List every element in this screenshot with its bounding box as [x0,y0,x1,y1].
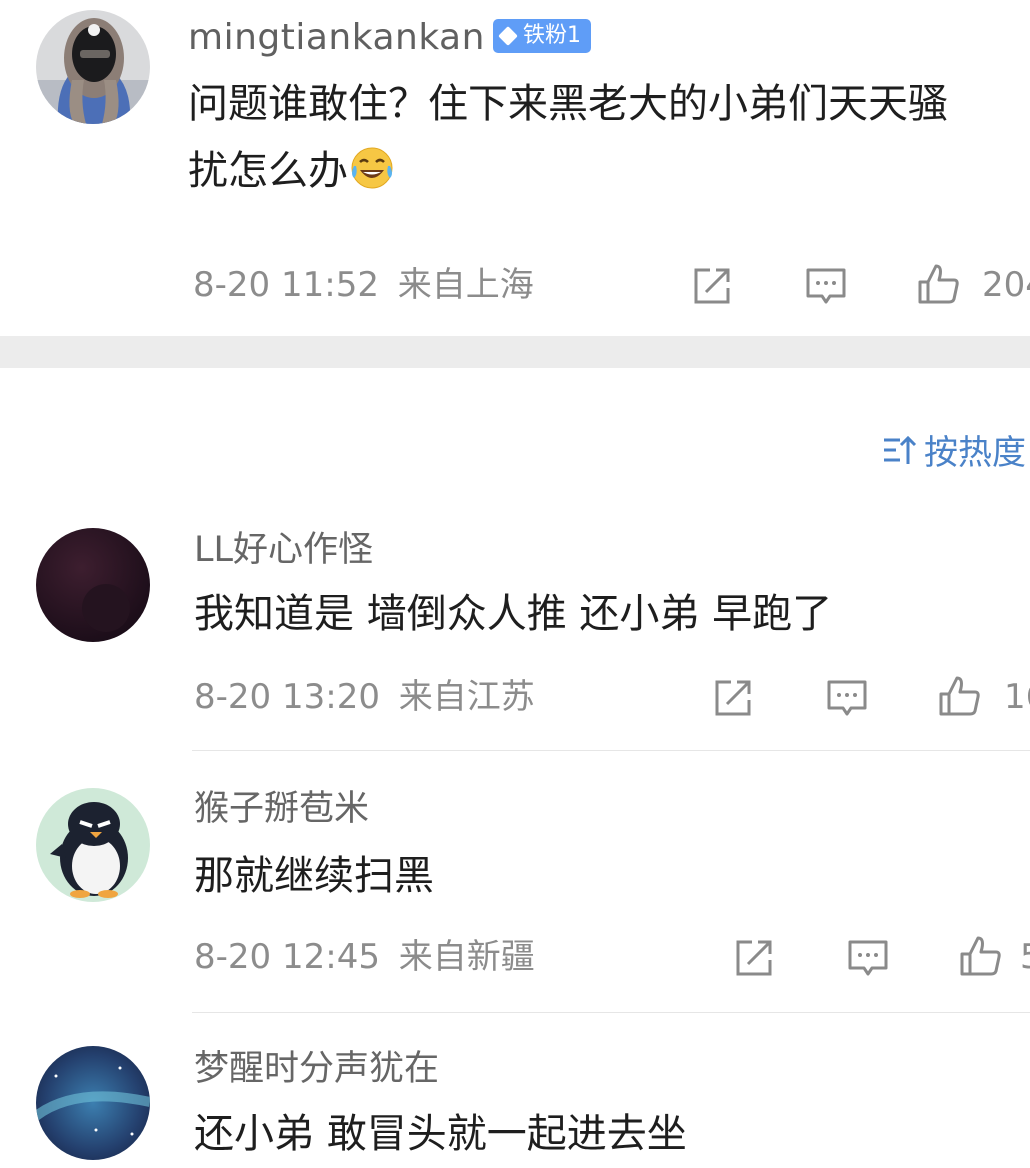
laughing-tears-emoji-icon [351,147,393,189]
username[interactable]: 猴子掰苞米 [194,792,369,827]
section-separator [0,336,1030,368]
thumbs-up-icon[interactable] [916,262,960,306]
share-icon[interactable] [690,264,734,308]
reply-location: 来自新疆 [398,937,535,977]
reply-text: 那就继续扫黑 [194,853,434,899]
avatar-ll[interactable] [36,528,150,642]
starry-avatar-image [36,1046,150,1160]
like-count: 16 [1004,677,1030,717]
sort-icon [884,435,917,464]
like-count: 5 [1020,940,1030,974]
comment-icon[interactable] [825,676,869,720]
reply-text: 还小弟 敢冒头就一起进去坐 [194,1111,687,1157]
comment-text-line2: 扰怎么办 [188,137,396,205]
share-icon[interactable] [732,936,776,980]
penguin-avatar-image [36,788,150,902]
sort-label: 按热度 [924,433,1026,473]
username[interactable]: mingtiankankan [188,20,485,56]
comment-meta: 8-20 11:52 来自上海 [193,268,534,302]
thumbs-up-icon[interactable] [958,934,1002,978]
share-icon[interactable] [711,676,755,720]
avatar-penguin[interactable] [36,788,150,902]
username[interactable]: 梦醒时分声犹在 [194,1052,439,1087]
thumbs-up-icon[interactable] [937,674,981,718]
reply-location: 来自江苏 [398,677,535,717]
comment-icon[interactable] [846,936,890,980]
reply-time: 8-20 13:20 [194,677,380,717]
comment-time: 8-20 11:52 [193,265,379,305]
divider [192,750,1030,751]
reply-time: 8-20 12:45 [194,937,380,977]
avatar-image [36,10,150,124]
comment-text-line1: 问题谁敢住？住下来黑老大的小弟们天天骚 [188,81,948,127]
avatar-starry[interactable] [36,1046,150,1160]
comment-icon[interactable] [804,264,848,308]
like-count: 204 [982,265,1030,305]
comment-location: 来自上海 [397,265,534,305]
avatar-mingtiankankan[interactable] [36,10,150,124]
fan-badge-label: 铁粉1 [523,23,581,48]
sort-toggle[interactable]: 按热度 [882,425,1026,474]
reply-meta: 8-20 12:45 来自新疆 [194,940,535,974]
fan-badge[interactable]: 铁粉1 [493,19,591,53]
username[interactable]: LL好心作怪 [194,533,373,568]
diamond-icon [498,26,518,46]
avatar-image [36,528,150,642]
reply-text: 我知道是 墙倒众人推 还小弟 早跑了 [194,591,833,637]
divider [192,1012,1030,1013]
comment-text-line2-label: 扰怎么办 [188,148,348,194]
reply-meta: 8-20 13:20 来自江苏 [194,680,535,714]
